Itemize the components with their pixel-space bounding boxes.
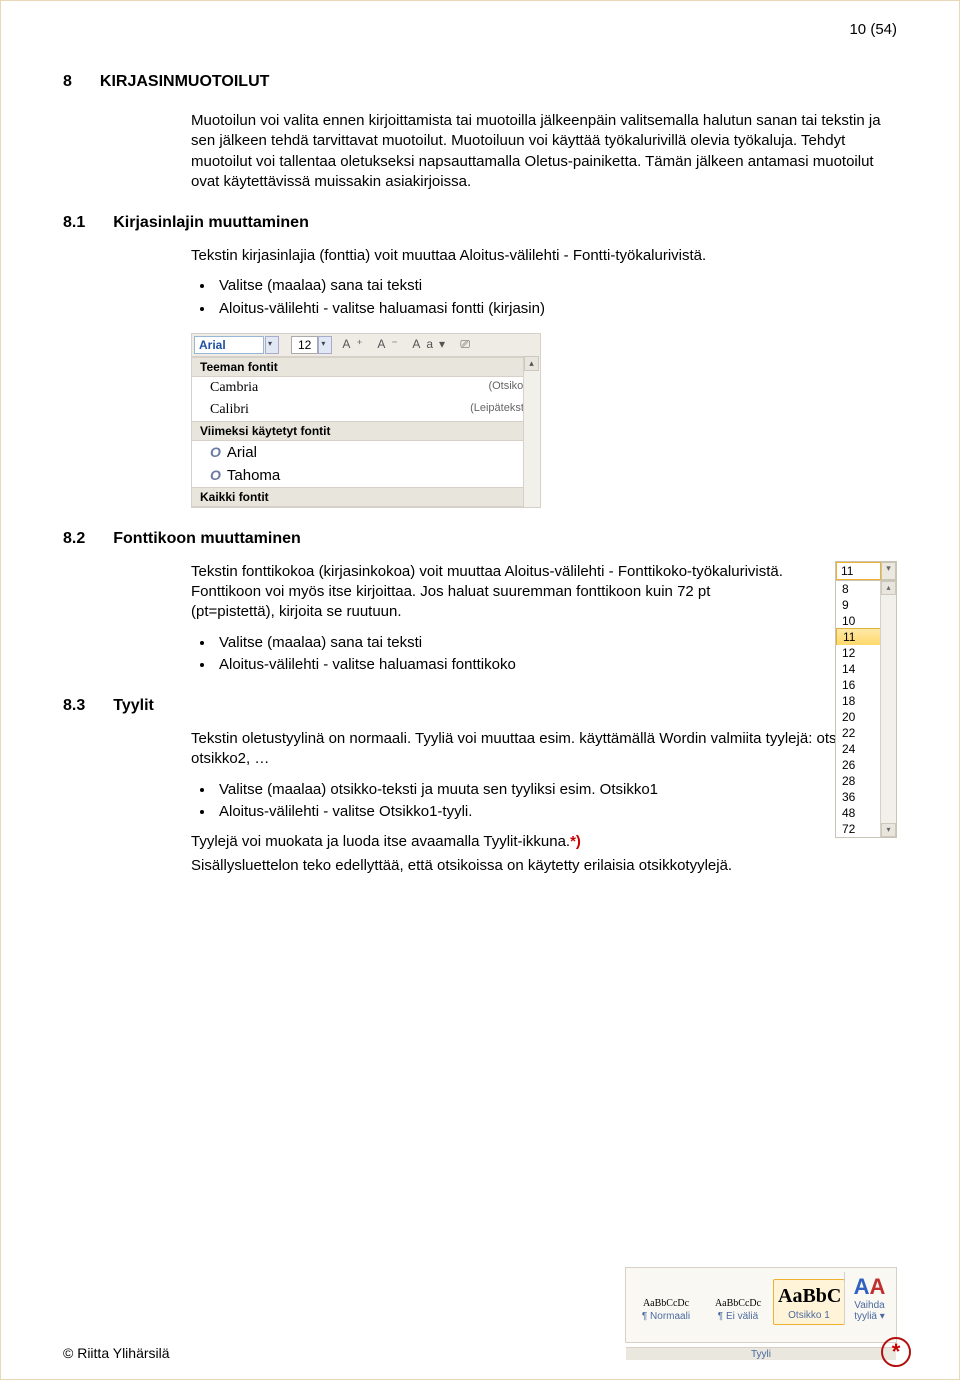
theme-fonts-header: Teeman fontit	[192, 357, 540, 377]
font-option[interactable]: OArial	[192, 441, 540, 464]
scroll-down-icon[interactable]: ▾	[881, 823, 896, 837]
intro-paragraph: Muotoilun voi valita ennen kirjoittamist…	[191, 111, 897, 192]
page-number: 10 (54)	[849, 21, 897, 38]
list-item: Valitse (maalaa) sana tai teksti	[215, 276, 897, 296]
h2-num: 8.2	[63, 530, 85, 548]
font-size-selected[interactable]: 11	[836, 562, 881, 580]
font-size-dropdown-button[interactable]	[318, 336, 332, 354]
s83-bullets: Valitse (maalaa) otsikko-teksti ja muuta…	[215, 780, 897, 823]
h2-title: Tyylit	[113, 697, 154, 715]
style-tile-no-spacing[interactable]: AaBbCcDc ¶ Ei väliä	[702, 1294, 774, 1324]
style-tile-normal[interactable]: AaBbCcDc ¶ Normaali	[630, 1294, 702, 1324]
dialog-launcher-highlight: *	[881, 1337, 911, 1367]
h1-num: 8	[63, 73, 72, 91]
heading-1: 8 KIRJASINMUOTOILUT	[63, 73, 897, 91]
copyright: © Riitta Ylihärsilä	[63, 1345, 170, 1361]
truetype-icon: O	[210, 467, 221, 483]
s81-bullets: Valitse (maalaa) sana tai teksti Aloitus…	[215, 276, 897, 319]
h2-num: 8.1	[63, 214, 85, 232]
scroll-up-icon[interactable]: ▴	[881, 581, 896, 595]
truetype-icon: O	[210, 444, 221, 460]
s83-p2: Tyylejä voi muokata ja luoda itse avaama…	[191, 832, 897, 877]
s82-text: Tekstin fonttikokoa (kirjasinkokoa) voit…	[191, 562, 797, 623]
all-fonts-header: Kaikki fontit	[192, 487, 540, 507]
heading-8-1: 8.1 Kirjasinlajin muuttaminen	[63, 214, 897, 232]
font-option[interactable]: Calibri (Leipäteksti)	[192, 399, 540, 421]
styles-group-label: Tyyli	[626, 1347, 896, 1360]
scrollbar[interactable]: ▴ ▾	[880, 581, 896, 837]
h2-title: Fonttikoon muuttaminen	[113, 530, 301, 548]
font-name-combo[interactable]: Arial	[194, 336, 264, 354]
change-style-button[interactable]: AA Vaihda tyyliä ▾	[844, 1272, 894, 1324]
s81-text: Tekstin kirjasinlajia (fonttia) voit muu…	[191, 246, 897, 266]
h2-num: 8.3	[63, 697, 85, 715]
font-name-dropdown-button[interactable]	[265, 336, 279, 354]
heading-8-3: 8.3 Tyylit	[63, 697, 897, 715]
h2-title: Kirjasinlajin muuttaminen	[113, 214, 309, 232]
font-option[interactable]: Cambria (Otsikot)	[192, 377, 540, 399]
s83-p1: Tekstin oletustyylinä on normaali. Tyyli…	[191, 729, 897, 770]
heading-8-2: 8.2 Fonttikoon muuttaminen	[63, 530, 897, 548]
font-size-list: 11 ▾ ▴ ▾ 891011121416182022242628364872	[835, 561, 897, 838]
recent-fonts-header: Viimeksi käytetyt fontit	[192, 421, 540, 441]
s82-bullets: Valitse (maalaa) sana tai teksti Aloitus…	[215, 633, 897, 676]
style-tile-heading1[interactable]: AaBbC Otsikko 1	[773, 1279, 845, 1325]
font-picker-dropdown: Arial 12 A⁺ A⁻ Aa▾ ⎚ Teeman fontit Cambr…	[191, 333, 541, 508]
font-toolbar-icons: A⁺ A⁻ Aa▾ ⎚	[342, 337, 476, 352]
font-size-combo[interactable]: 12	[291, 336, 318, 354]
font-option[interactable]: OTahoma	[192, 464, 540, 487]
list-item: Aloitus-välilehti - valitse Otsikko1-tyy…	[215, 802, 897, 822]
font-size-dropdown-button[interactable]: ▾	[881, 562, 896, 580]
scrollbar[interactable]: ▴	[523, 356, 540, 507]
h1-title: KIRJASINMUOTOILUT	[100, 73, 269, 91]
scroll-up-icon[interactable]: ▴	[524, 356, 539, 371]
list-item: Valitse (maalaa) sana tai teksti	[215, 633, 897, 653]
change-style-icon: AA	[847, 1274, 892, 1300]
list-item: Aloitus-välilehti - valitse haluamasi fo…	[215, 655, 897, 675]
list-item: Aloitus-välilehti - valitse haluamasi fo…	[215, 299, 897, 319]
styles-gallery: AaBbCcDc ¶ Normaali AaBbCcDc ¶ Ei väliä …	[625, 1267, 897, 1343]
footnote-star: *)	[570, 833, 581, 850]
list-item: Valitse (maalaa) otsikko-teksti ja muuta…	[215, 780, 897, 800]
